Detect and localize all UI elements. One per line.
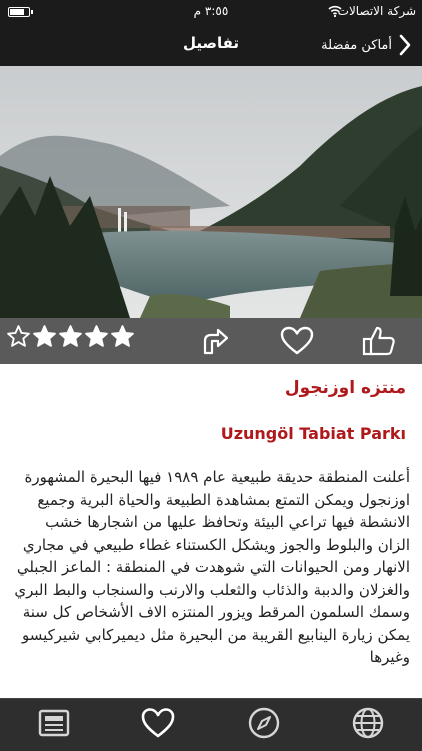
heart-icon: [280, 326, 314, 355]
action-bar: [0, 318, 422, 364]
favorite-button[interactable]: [280, 325, 314, 357]
place-photo: [0, 66, 422, 318]
tab-news[interactable]: [36, 705, 72, 741]
status-bar: ٣:٥٥ م شركة الاتصالات: [0, 0, 422, 24]
star-icon[interactable]: [84, 324, 109, 349]
tab-bar: [0, 698, 422, 751]
tab-favorites[interactable]: [140, 705, 176, 741]
place-name-turkish: Uzungöl Tabiat Parkı: [220, 424, 406, 443]
directions-button[interactable]: [196, 325, 230, 357]
tab-world[interactable]: [350, 705, 386, 741]
chevron-right-icon: [399, 34, 411, 56]
rating-stars[interactable]: [6, 324, 135, 349]
directions-icon: [203, 328, 229, 355]
heart-icon: [141, 708, 175, 738]
star-icon[interactable]: [32, 324, 57, 349]
place-details: منتزه اوزنجول Uzungöl Tabiat Parkı أعلنت…: [0, 364, 422, 698]
place-description: أعلنت المنطقة حديقة طبيعية عام ١٩٨٩ فيها…: [14, 468, 410, 666]
navigation-bar: تفاصيل أماكن مفضلة: [0, 24, 422, 66]
star-icon[interactable]: [110, 324, 135, 349]
thumbs-up-icon: [362, 326, 395, 356]
place-name-arabic: منتزه اوزنجول: [284, 378, 406, 398]
compass-icon: [248, 707, 280, 739]
back-button-label: أماكن مفضلة: [321, 37, 392, 53]
carrier-name: شركة الاتصالات: [337, 4, 416, 18]
globe-icon: [352, 707, 384, 739]
like-button[interactable]: [362, 325, 396, 357]
star-icon[interactable]: [58, 324, 83, 349]
tab-explore[interactable]: [246, 705, 282, 741]
back-button[interactable]: أماكن مفضلة: [321, 32, 412, 58]
news-icon: [38, 709, 70, 737]
star-icon[interactable]: [6, 324, 31, 349]
